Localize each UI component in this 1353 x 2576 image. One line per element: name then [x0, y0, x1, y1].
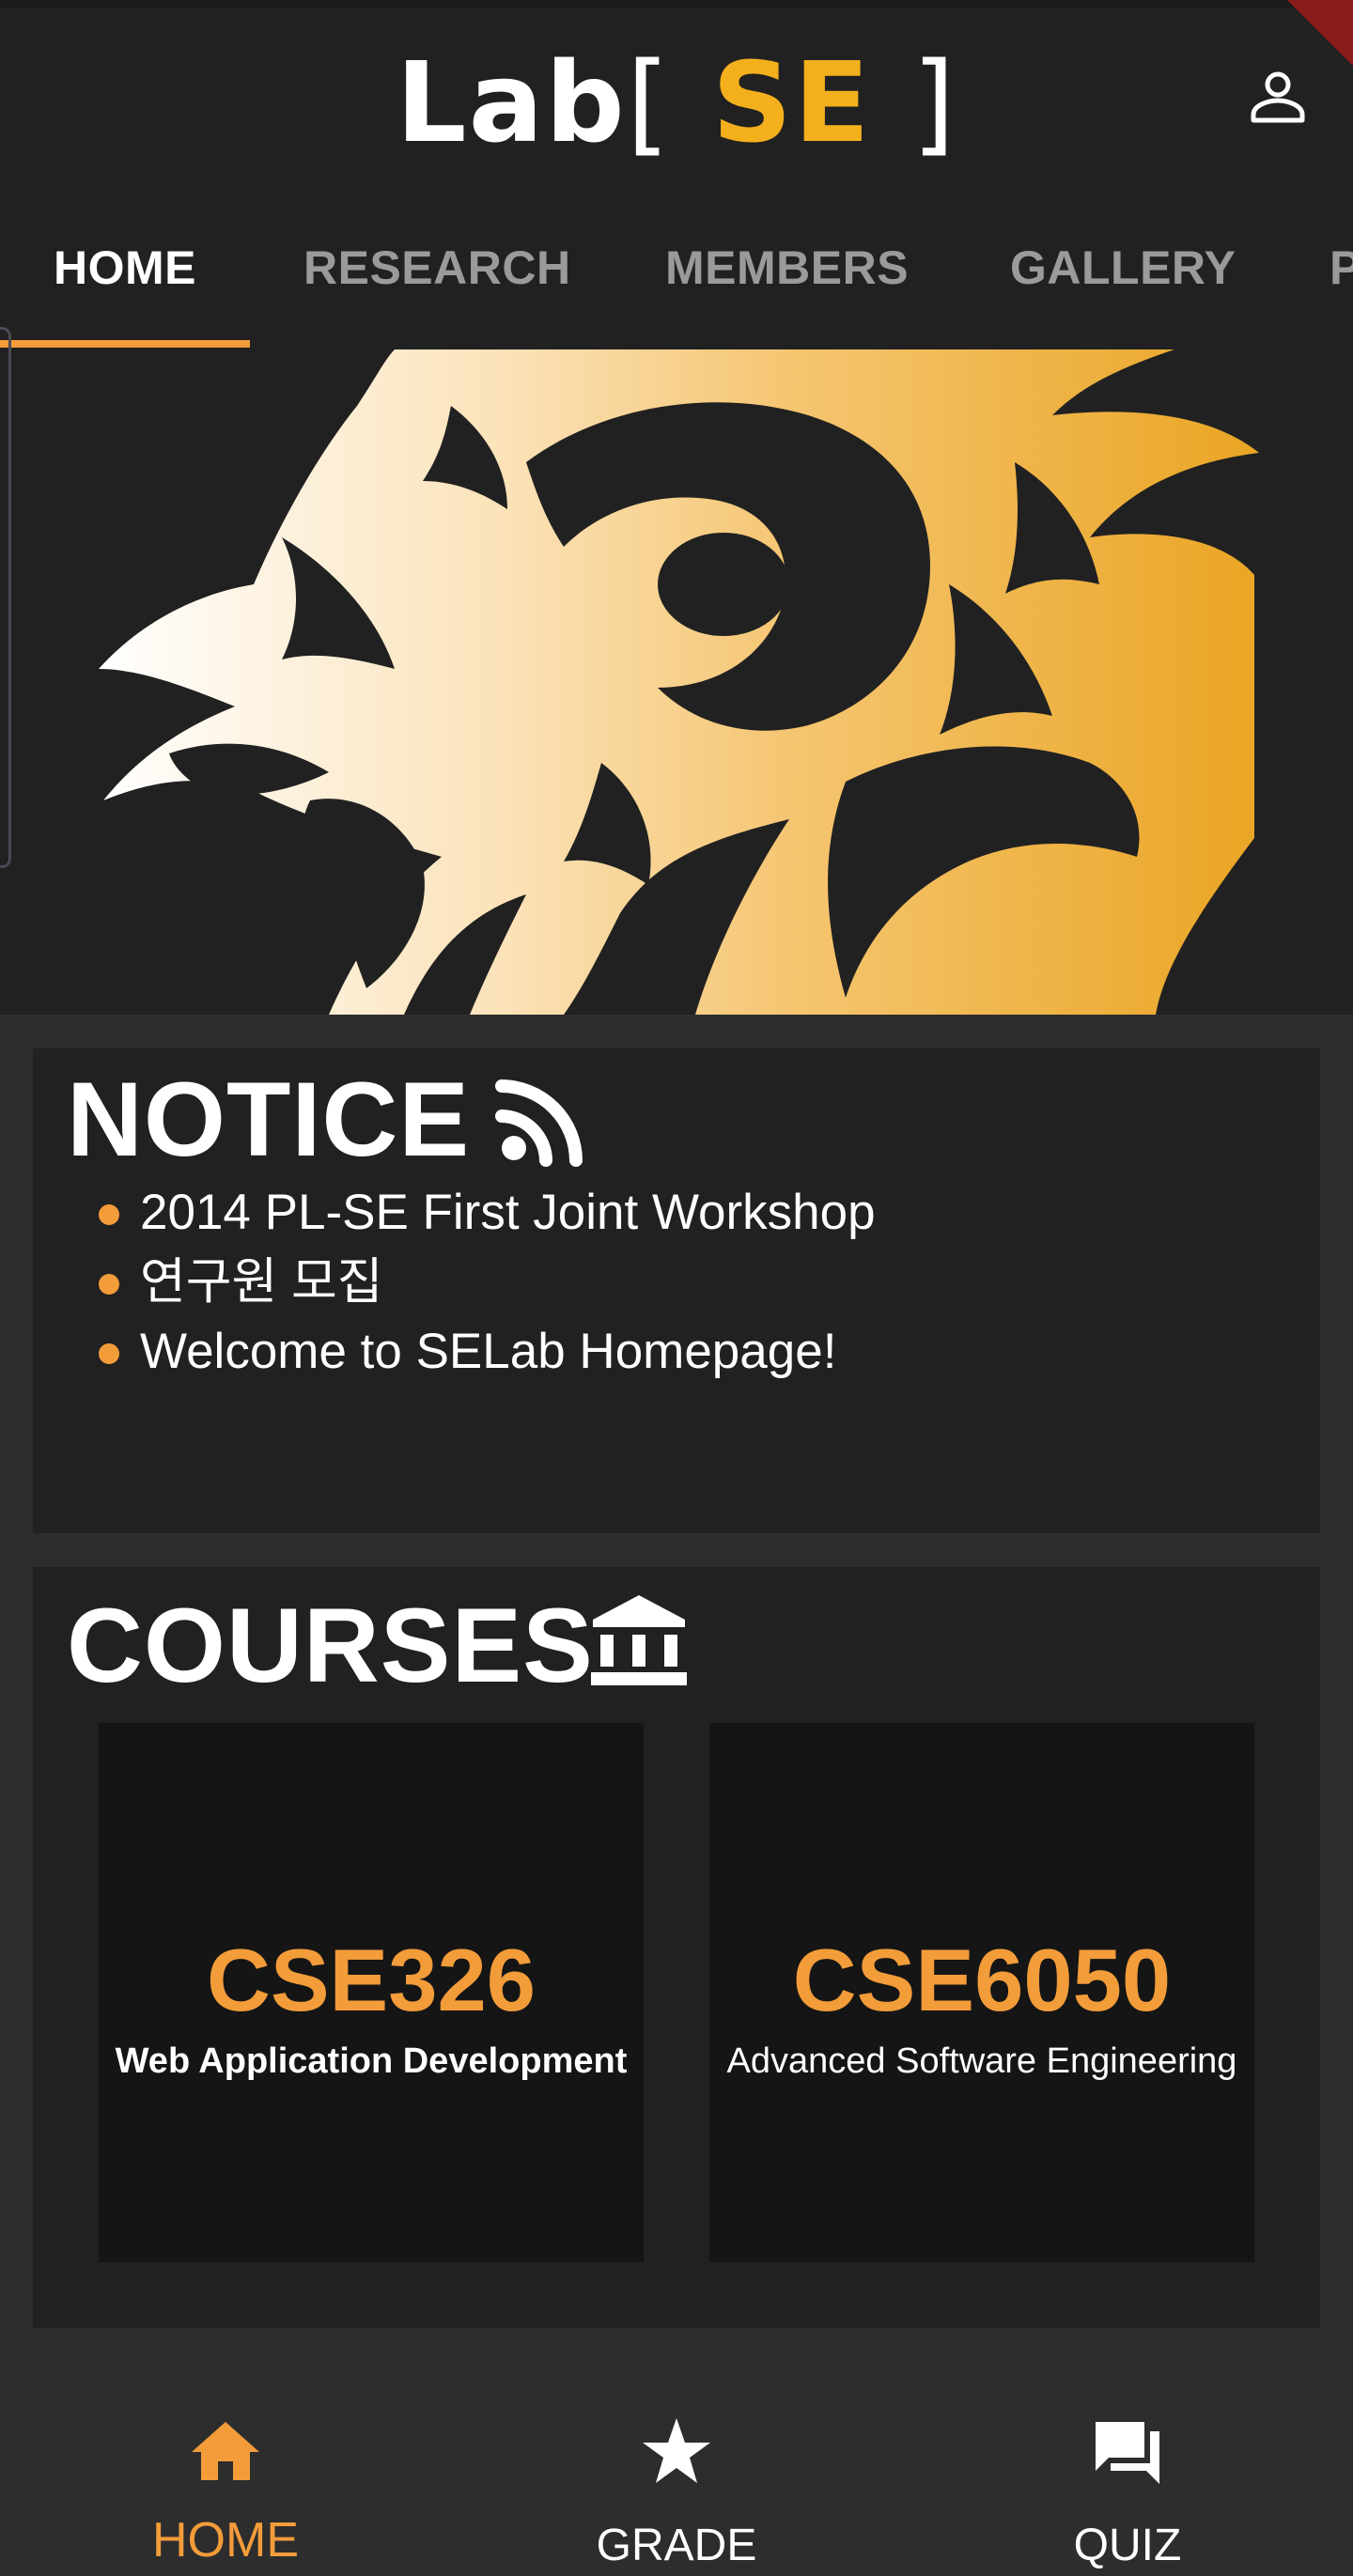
logo-open-bracket: [	[626, 38, 672, 167]
courses-card: COURSES CSE326 Web Application Developme…	[33, 1567, 1320, 2328]
notice-item-text: 연구원 모집	[140, 1254, 383, 1310]
tab-home[interactable]: HOME	[54, 197, 196, 349]
forum-icon	[1096, 2422, 1159, 2484]
site-logo[interactable]: Lab[ SE ]	[0, 41, 1353, 163]
course-name: Advanced Software Engineering	[726, 2041, 1237, 2081]
active-tab-indicator	[0, 340, 250, 348]
hero-banner	[0, 349, 1353, 1015]
bottom-nav-home-label: HOME	[152, 2513, 299, 2568]
tab-research[interactable]: RESEARCH	[303, 197, 571, 349]
course-code: CSE6050	[792, 1931, 1172, 2029]
logo-close-bracket: ]	[911, 38, 957, 167]
bottom-nav-home[interactable]: HOME	[0, 2377, 451, 2576]
lion-emblem-image	[99, 349, 1259, 1015]
course-tile-cse6050[interactable]: CSE6050 Advanced Software Engineering	[709, 1723, 1254, 2262]
bottom-nav-grade[interactable]: GRADE	[451, 2377, 902, 2576]
logo-lab-text: Lab	[396, 38, 627, 167]
notice-item[interactable]: 2014 PL-SE First Joint Workshop	[99, 1178, 876, 1248]
notice-item[interactable]: Welcome to SELab Homepage!	[99, 1317, 876, 1387]
bottom-navigation: HOME GRADE QUIZ	[0, 2377, 1353, 2576]
app-header: Lab[ SE ]	[0, 0, 1353, 197]
notice-item-text: 2014 PL-SE First Joint Workshop	[140, 1185, 876, 1240]
rss-feed-icon[interactable]	[493, 1075, 587, 1169]
account-button[interactable]	[1248, 68, 1308, 128]
course-name: Web Application Development	[115, 2041, 628, 2081]
star-icon	[643, 2418, 710, 2483]
home-icon	[192, 2422, 259, 2480]
courses-title: COURSES	[67, 1587, 594, 1704]
side-drawer-handle[interactable]	[0, 327, 11, 868]
course-code: CSE326	[206, 1931, 537, 2029]
notice-item-text: Welcome to SELab Homepage!	[140, 1324, 837, 1379]
notice-card: NOTICE 2014 PL-SE First Joint Workshop 연…	[33, 1048, 1320, 1533]
tab-gallery[interactable]: GALLERY	[1010, 197, 1236, 349]
logo-se-text: SE	[711, 38, 872, 167]
course-tile-cse326[interactable]: CSE326 Web Application Development	[99, 1723, 644, 2262]
bottom-nav-quiz[interactable]: QUIZ	[902, 2377, 1353, 2576]
tab-partial[interactable]: P	[1330, 197, 1353, 349]
bullet-dot	[99, 1204, 119, 1225]
status-strip	[0, 0, 1353, 8]
bottom-nav-grade-label: GRADE	[596, 2521, 757, 2570]
notice-title: NOTICE	[67, 1061, 471, 1178]
tab-bar: HOME RESEARCH MEMBERS GALLERY P	[0, 197, 1353, 349]
bullet-dot	[99, 1274, 119, 1295]
bottom-nav-quiz-label: QUIZ	[1073, 2521, 1182, 2570]
person-outline-icon	[1251, 71, 1305, 123]
notice-item[interactable]: 연구원 모집	[99, 1248, 876, 1317]
notice-list: 2014 PL-SE First Joint Workshop 연구원 모집 W…	[99, 1178, 876, 1387]
institution-icon	[591, 1595, 687, 1685]
bullet-dot	[99, 1343, 119, 1364]
tab-members[interactable]: MEMBERS	[665, 197, 909, 349]
